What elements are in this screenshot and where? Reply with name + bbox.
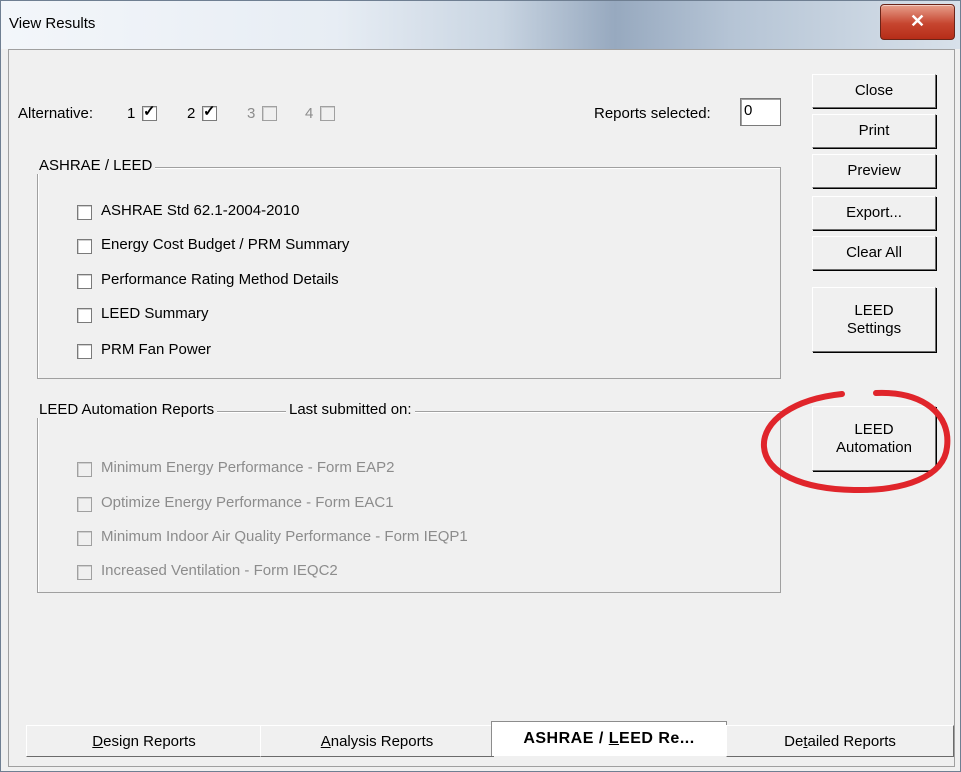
- prm-fan-power-checkbox[interactable]: [77, 344, 92, 359]
- highlight-circle-annotation: [760, 389, 951, 494]
- energy-cost-budget-label: Energy Cost Budget / PRM Summary: [101, 236, 350, 253]
- ashrae-leed-group-title: ASHRAE / LEED: [36, 157, 156, 174]
- form-eap2-checkbox[interactable]: [77, 462, 92, 477]
- alternative-1-label: 1: [127, 105, 136, 122]
- leed-summary-label: LEED Summary: [101, 305, 209, 322]
- checkmark-icon: ✓: [143, 103, 156, 120]
- leed-settings-label-line2: Settings: [846, 319, 902, 337]
- alternative-2-checkbox[interactable]: ✓: [202, 103, 217, 121]
- tab-design-reports-label: Design Reports: [92, 732, 196, 750]
- form-ieqp1-label: Minimum Indoor Air Quality Performance -…: [101, 528, 468, 545]
- tab-ashrae-leed-reports[interactable]: ASHRAE / LEED Re...: [491, 721, 727, 756]
- energy-cost-budget-checkbox[interactable]: [77, 239, 92, 254]
- leed-summary-checkbox[interactable]: [77, 308, 92, 323]
- alternative-3-checkbox[interactable]: [262, 106, 277, 121]
- dialog-client-area: Alternative: 1 ✓ 2 ✓ 3 4 Reports selecte…: [8, 49, 955, 767]
- tab-analysis-reports-label: Analysis Reports: [320, 732, 434, 750]
- checkmark-icon: ✓: [203, 103, 216, 120]
- form-ieqc2-checkbox[interactable]: [77, 565, 92, 580]
- form-eap2-label: Minimum Energy Performance - Form EAP2: [101, 459, 395, 476]
- alternative-label: Alternative:: [18, 105, 94, 122]
- close-window-button[interactable]: ✕: [880, 4, 955, 40]
- alternative-4-label: 4: [305, 105, 314, 122]
- leed-automation-group-title: LEED Automation Reports: [36, 401, 218, 418]
- form-eac1-label: Optimize Energy Performance - Form EAC1: [101, 494, 394, 511]
- close-button[interactable]: Close: [812, 74, 936, 108]
- last-submitted-label: Last submitted on:: [286, 401, 415, 418]
- close-icon: ✕: [909, 11, 926, 31]
- view-results-window: View Results ✕ Alternative: 1 ✓ 2 ✓ 3 4 …: [0, 0, 961, 772]
- preview-button[interactable]: Preview: [812, 154, 936, 188]
- tab-ashrae-leed-reports-label: ASHRAE / LEED Re...: [523, 730, 695, 747]
- prm-fan-power-label: PRM Fan Power: [101, 341, 212, 358]
- performance-rating-checkbox[interactable]: [77, 274, 92, 289]
- alternative-4-checkbox[interactable]: [320, 106, 335, 121]
- export-button[interactable]: Export...: [812, 196, 936, 230]
- title-bar[interactable]: View Results ✕: [1, 1, 960, 49]
- leed-settings-button[interactable]: LEED Settings: [812, 287, 936, 352]
- window-title: View Results: [9, 15, 96, 32]
- tab-detailed-reports[interactable]: Detailed Reports: [726, 725, 954, 757]
- form-ieqp1-checkbox[interactable]: [77, 531, 92, 546]
- ashrae-std-label: ASHRAE Std 62.1-2004-2010: [101, 202, 300, 219]
- print-button[interactable]: Print: [812, 114, 936, 148]
- reports-selected-label: Reports selected:: [594, 105, 711, 122]
- tab-detailed-reports-label: Detailed Reports: [784, 732, 896, 750]
- alternative-3-label: 3: [247, 105, 256, 122]
- tab-design-reports[interactable]: Design Reports: [26, 725, 262, 757]
- reports-selected-field[interactable]: 0: [740, 98, 781, 126]
- alternative-2-label: 2: [187, 105, 196, 122]
- alternative-1-checkbox[interactable]: ✓: [142, 103, 157, 121]
- form-eac1-checkbox[interactable]: [77, 497, 92, 512]
- form-ieqc2-label: Increased Ventilation - Form IEQC2: [101, 562, 338, 579]
- leed-settings-label-line1: LEED: [854, 301, 894, 319]
- performance-rating-label: Performance Rating Method Details: [101, 271, 339, 288]
- ashrae-std-checkbox[interactable]: [77, 205, 92, 220]
- clear-all-button[interactable]: Clear All: [812, 236, 936, 270]
- tab-analysis-reports[interactable]: Analysis Reports: [260, 725, 494, 757]
